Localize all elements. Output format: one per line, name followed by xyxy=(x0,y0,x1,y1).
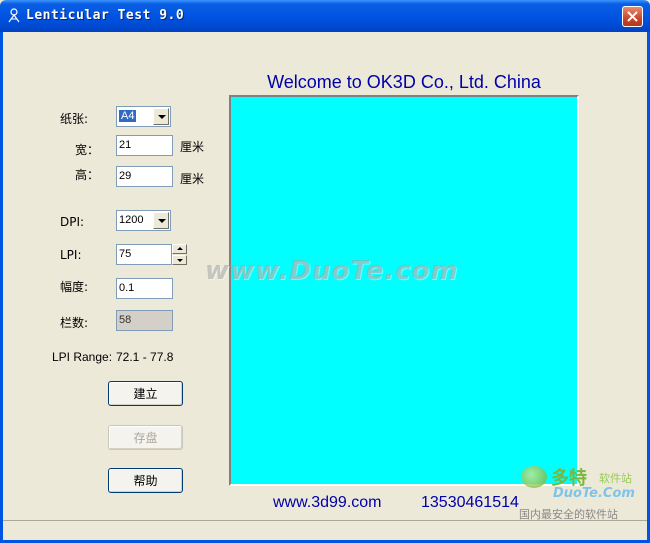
height-input[interactable]: 29 xyxy=(116,166,173,187)
close-button[interactable] xyxy=(622,6,643,27)
amplitude-label: 幅度: xyxy=(60,280,89,294)
columns-input: 58 xyxy=(116,310,173,331)
height-label: 高： xyxy=(75,168,100,182)
save-button[interactable]: 存盘 xyxy=(108,425,183,450)
app-icon xyxy=(8,8,20,23)
welcome-text: Welcome to OK3D Co., Ltd. China xyxy=(267,72,541,92)
spin-down-icon[interactable] xyxy=(172,255,187,265)
lpi-input[interactable]: 75 xyxy=(116,244,172,265)
help-button[interactable]: 帮助 xyxy=(108,468,183,493)
window-title: Lenticular Test 9.0 xyxy=(26,8,185,23)
watermark-tagline: 国内最安全的软件站 xyxy=(519,508,618,521)
dpi-select[interactable]: 1200 xyxy=(116,210,171,231)
close-icon xyxy=(627,11,638,22)
watermark-logo: 多特 软件站 DuoTe.Com 国内最安全的软件站 xyxy=(517,464,647,524)
preview-canvas xyxy=(229,95,579,486)
watermark-site: DuoTe.Com xyxy=(553,486,635,501)
leaf-icon xyxy=(521,466,547,488)
lpi-spinner[interactable] xyxy=(172,244,187,265)
window-frame-left xyxy=(0,32,3,543)
spin-up-icon[interactable] xyxy=(172,244,187,254)
title-bar: Lenticular Test 9.0 xyxy=(0,0,650,32)
lpi-range-label: LPI Range: xyxy=(52,350,113,364)
width-input[interactable]: 21 xyxy=(116,135,173,156)
phone-text: 13530461514 xyxy=(421,494,519,511)
paper-label: 纸张: xyxy=(60,112,89,126)
dpi-value: 1200 xyxy=(119,214,144,226)
chevron-down-icon[interactable] xyxy=(153,108,169,125)
paper-select[interactable]: A4 xyxy=(116,106,171,127)
build-button[interactable]: 建立 xyxy=(108,381,183,406)
lpi-range-value: 72.1 - 77.8 xyxy=(116,350,174,364)
height-unit: 厘米 xyxy=(180,172,205,186)
paper-value: A4 xyxy=(119,110,137,122)
width-label: 宽： xyxy=(75,143,100,157)
watermark-brand-sub: 软件站 xyxy=(599,472,632,485)
website-text: www.3d99.com xyxy=(273,494,382,511)
lpi-label: LPI: xyxy=(60,248,82,262)
chevron-down-icon[interactable] xyxy=(153,212,169,229)
dpi-label: DPI: xyxy=(60,215,85,229)
width-unit: 厘米 xyxy=(180,140,205,154)
watermark-text: www.DuoTe.com xyxy=(205,256,459,286)
columns-label: 栏数: xyxy=(60,316,89,330)
amplitude-input[interactable]: 0.1 xyxy=(116,278,173,299)
